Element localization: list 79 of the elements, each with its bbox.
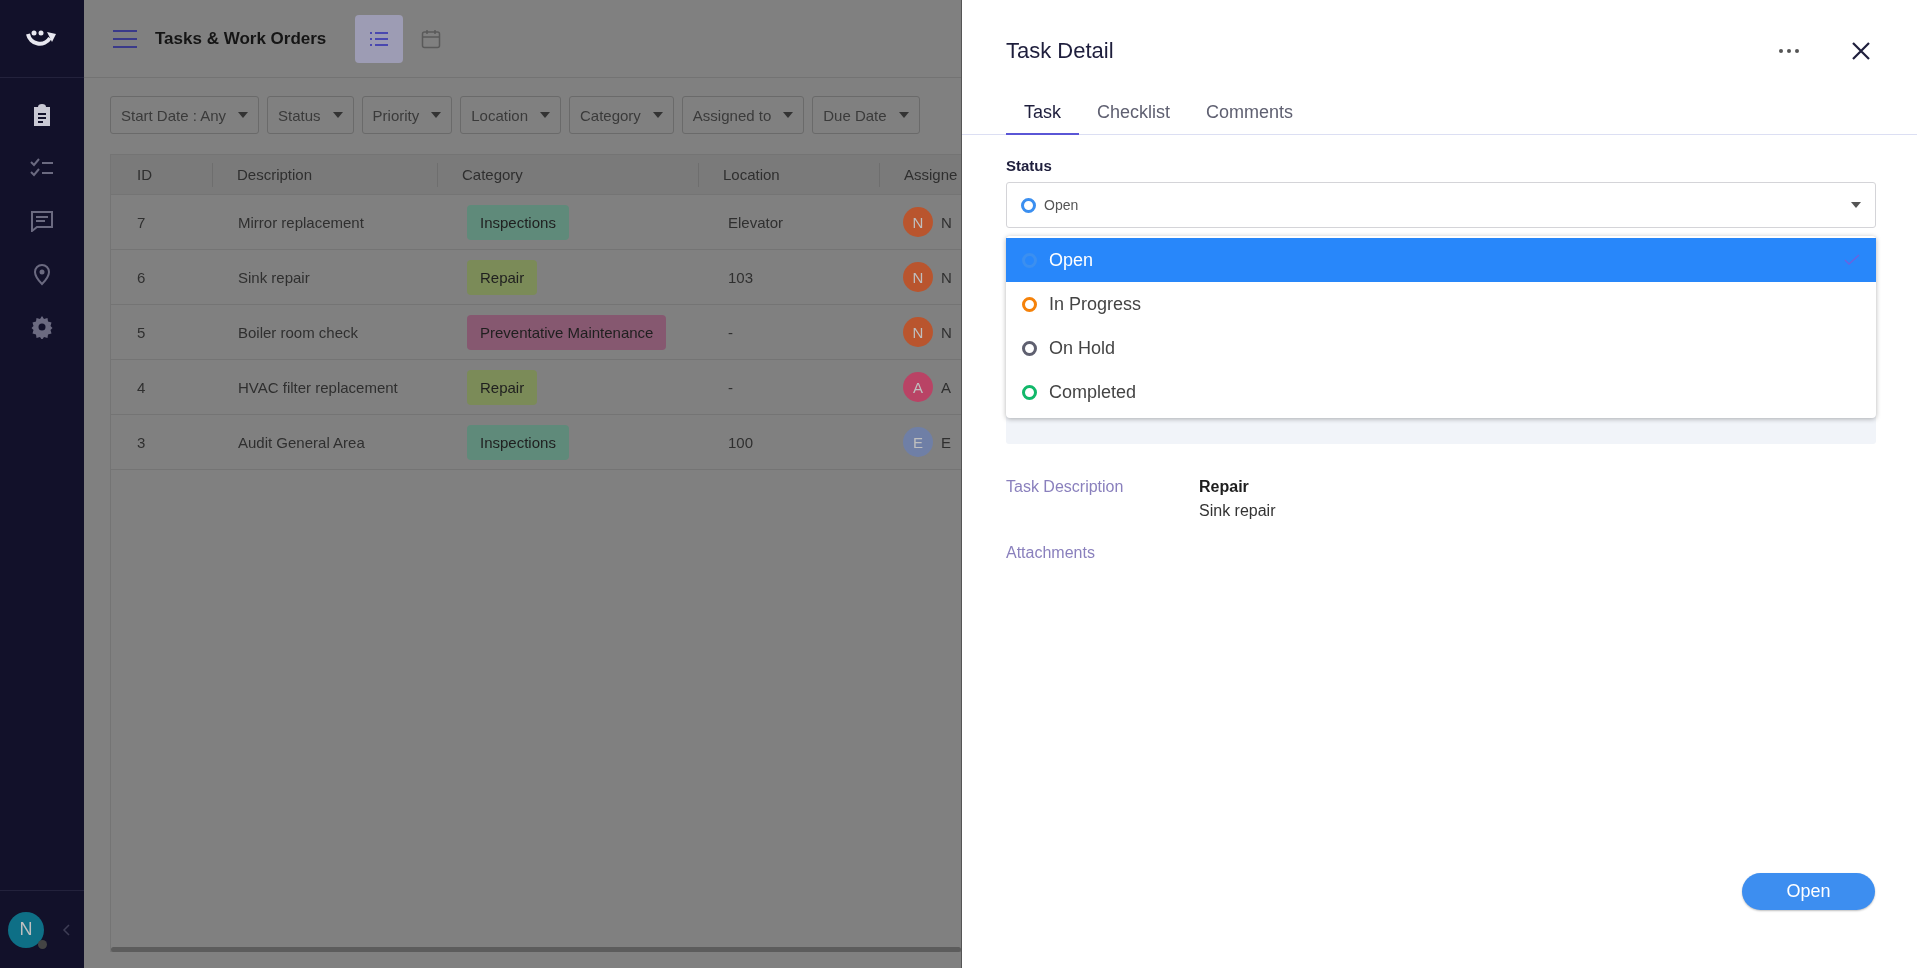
table-cell: Mirror replacement	[238, 213, 364, 231]
table-cell: Sink repair	[238, 268, 310, 286]
category-tag: Inspections	[467, 424, 569, 460]
caret-icon	[898, 112, 909, 118]
scrollbar[interactable]	[111, 947, 961, 952]
assignee-avatar: E	[903, 427, 933, 457]
filter-dropdown[interactable]: Location	[460, 96, 561, 134]
table-cell: -	[728, 323, 733, 341]
status-option[interactable]: On Hold	[1006, 326, 1876, 370]
column-header: Location	[723, 166, 780, 183]
description-text: Sink repair	[1199, 502, 1276, 520]
page-title: Tasks & Work Orders	[155, 28, 328, 49]
filter-dropdown[interactable]: Priority	[361, 96, 453, 134]
table-cell: HVAC filter replacement	[238, 378, 398, 396]
column-header: Category	[462, 166, 523, 183]
tab[interactable]: Checklist	[1079, 102, 1189, 135]
caret-icon	[783, 112, 794, 118]
filter-dropdown[interactable]: Status	[267, 96, 354, 134]
table-cell: 103	[728, 268, 754, 286]
list-view-button[interactable]	[355, 14, 403, 63]
menu-icon[interactable]	[113, 29, 137, 48]
message-icon	[30, 210, 54, 232]
open-button[interactable]: Open	[1742, 873, 1875, 910]
filter-dropdown[interactable]: Start Date : Any	[110, 96, 260, 134]
status-option[interactable]: Open	[1006, 238, 1876, 282]
caret-icon	[431, 112, 442, 118]
caret-icon	[540, 112, 550, 118]
assignee-name: N	[941, 268, 952, 286]
clipboard-icon	[31, 103, 53, 127]
assignee-avatar: A	[903, 372, 933, 402]
table-cell: Boiler room check	[238, 323, 359, 341]
column-header: ID	[137, 166, 152, 183]
status-dot	[38, 939, 47, 949]
assignee-name: N	[941, 213, 952, 231]
assignee-name: N	[941, 323, 952, 341]
description-title: Repair	[1199, 478, 1250, 496]
category-tag: Inspections	[467, 204, 569, 240]
column-header: Description	[237, 166, 313, 183]
assignee-name: A	[941, 378, 951, 396]
table-cell: -	[728, 378, 733, 396]
tab[interactable]: Comments	[1188, 102, 1312, 135]
assignee-avatar: N	[903, 262, 933, 292]
caret-icon	[238, 112, 249, 118]
table-cell: 5	[137, 323, 146, 341]
table-cell: 3	[137, 433, 146, 451]
category-tag: Repair	[467, 259, 538, 295]
checklist-icon	[30, 158, 54, 178]
filter-dropdown[interactable]: Due Date	[812, 96, 920, 134]
settings-icon	[30, 315, 54, 339]
assignee-name: E	[941, 433, 951, 451]
list-icon	[369, 30, 389, 47]
user-avatar[interactable]: N	[8, 911, 44, 948]
category-tag: Repair	[467, 369, 538, 405]
location-pin-icon	[32, 262, 52, 286]
status-select[interactable]: Open	[1006, 182, 1876, 228]
table-cell: 7	[137, 213, 146, 231]
table-cell: 6	[137, 268, 146, 286]
status-option[interactable]: Completed	[1006, 370, 1876, 414]
table-cell: 4	[137, 378, 146, 396]
calendar-icon	[421, 28, 441, 49]
caret-icon	[1851, 202, 1861, 208]
column-header: Assigne	[904, 166, 958, 183]
status-option[interactable]: In Progress	[1006, 282, 1876, 326]
tab[interactable]: Task	[1006, 102, 1079, 135]
table-cell: Audit General Area	[238, 433, 365, 451]
caret-icon	[332, 112, 343, 118]
field-label: Task Description	[1006, 478, 1125, 497]
caret-icon	[652, 112, 663, 118]
panel-title: Task Detail	[1006, 38, 1115, 64]
assignee-avatar: N	[903, 207, 933, 237]
table-cell: 100	[728, 433, 754, 451]
field-label: Attachments	[1006, 544, 1096, 562]
assignee-avatar: N	[903, 317, 933, 347]
filter-dropdown[interactable]: Assigned to	[681, 96, 805, 134]
category-tag: Preventative Maintenance	[467, 314, 667, 350]
table-cell: Elevator	[728, 213, 784, 231]
field-label: Status	[1006, 157, 1053, 174]
filter-dropdown[interactable]: Category	[569, 96, 674, 134]
check-icon	[1844, 254, 1860, 266]
